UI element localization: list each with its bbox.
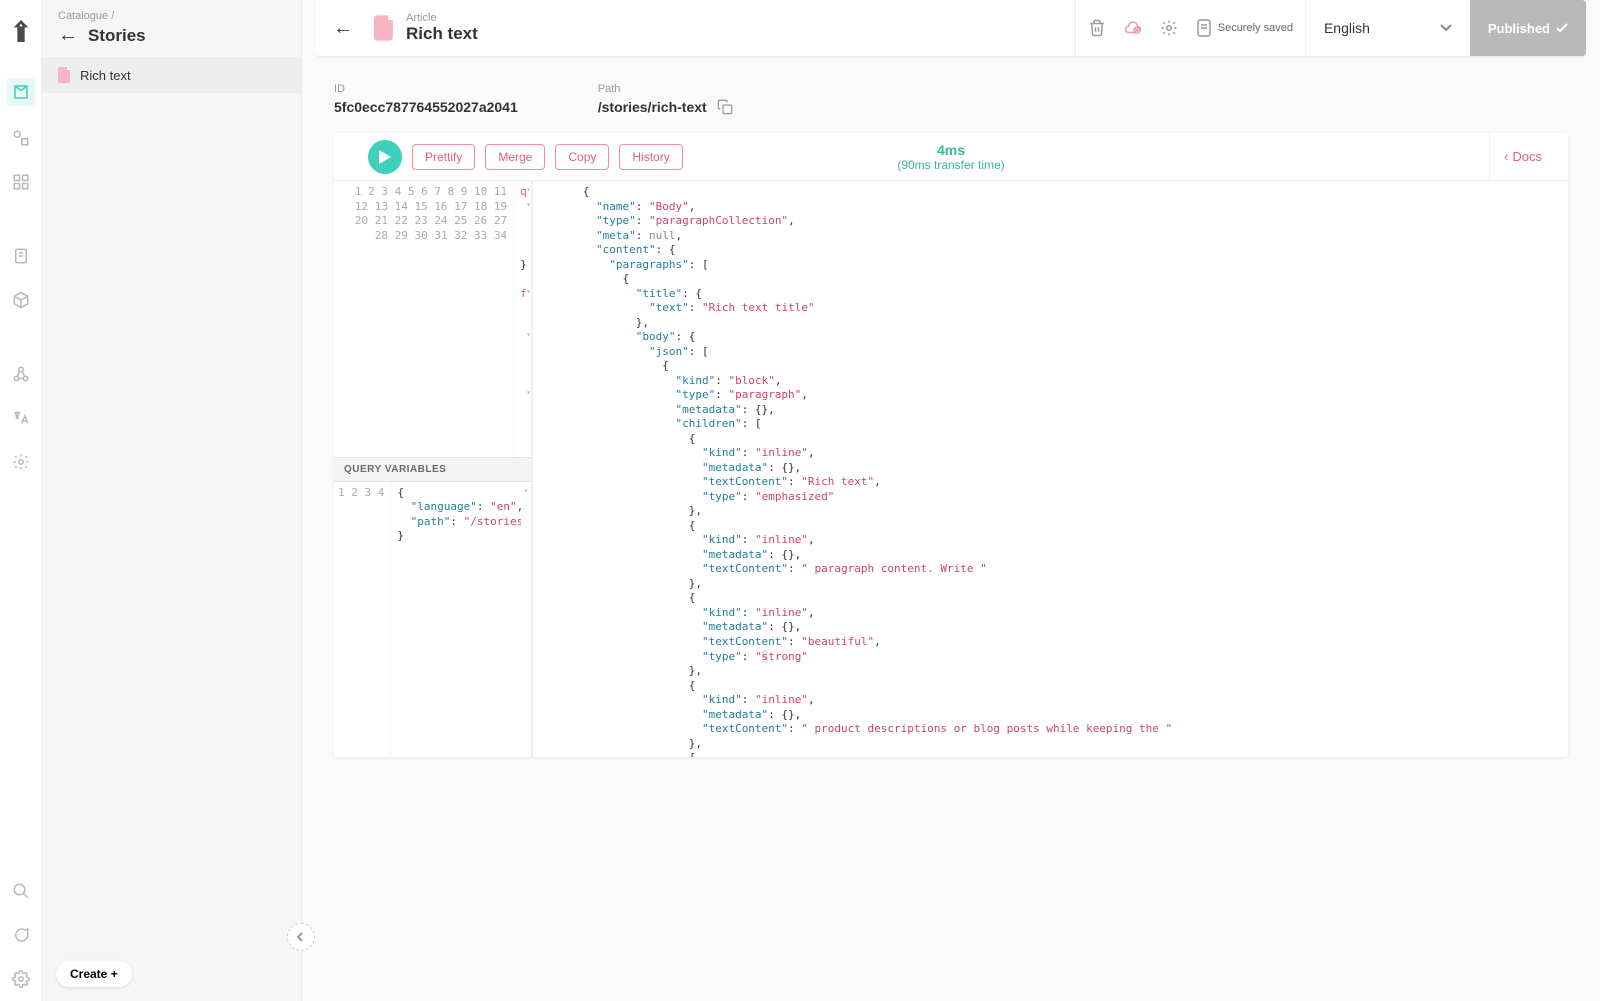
document-icon (58, 67, 72, 83)
page-title: Rich text (406, 24, 478, 44)
settings-icon[interactable] (1160, 19, 1178, 37)
meta-path: Path /stories/rich-text (598, 83, 733, 115)
check-icon (1556, 23, 1568, 33)
nav-gear-icon[interactable] (9, 967, 33, 991)
docs-link[interactable]: Docs (1489, 133, 1556, 180)
unpublish-icon[interactable] (1124, 19, 1142, 37)
copy-button[interactable]: Copy (555, 144, 609, 170)
graphiql-toolbar: Prettify Merge Copy History 4ms (90ms tr… (334, 133, 1568, 181)
back-arrow-icon[interactable]: ← (58, 24, 78, 47)
main-panel: ← Article Rich text Securely saved Engli… (302, 0, 1600, 1001)
app-logo (10, 18, 32, 44)
topbar: ← Article Rich text Securely saved Engli… (316, 0, 1586, 57)
merge-button[interactable]: Merge (485, 144, 545, 170)
nav-translations-icon[interactable] (9, 406, 33, 430)
saved-indicator: Securely saved (1196, 19, 1293, 37)
document-icon (374, 15, 396, 41)
nav-orders-icon[interactable] (9, 244, 33, 268)
copy-icon[interactable] (717, 99, 733, 115)
nav-settings-gear-icon[interactable] (9, 450, 33, 474)
variables-editor[interactable]: 1 2 3 4 { "language": "en", "path": "/st… (334, 482, 531, 758)
topbar-back-icon[interactable]: ← (316, 17, 370, 40)
nav-chat-icon[interactable] (9, 923, 33, 947)
nav-shapes-icon[interactable] (9, 126, 33, 150)
graphiql-panel: Prettify Merge Copy History 4ms (90ms tr… (334, 133, 1568, 757)
query-variables-header[interactable]: QUERY VARIABLES (334, 457, 531, 482)
meta-id: ID 5fc0ecc787764552027a2041 (334, 83, 518, 115)
nav-box-icon[interactable] (9, 288, 33, 312)
sidebar-title: Stories (88, 26, 146, 46)
query-editor[interactable]: 1 2 3 4 5 6 7 8 9 10 11 12 13 14 15 16 1… (334, 181, 531, 457)
sidebar: Catalogue / ← Stories Rich text Create + (42, 0, 302, 1001)
nav-catalogue-icon[interactable] (7, 78, 35, 106)
chevron-down-icon (1440, 24, 1452, 32)
nav-grid-icon[interactable] (9, 170, 33, 194)
create-button[interactable]: Create + (56, 961, 132, 987)
language-select[interactable]: English (1305, 0, 1470, 56)
history-button[interactable]: History (619, 144, 682, 170)
trash-icon[interactable] (1088, 19, 1106, 37)
sidebar-item-label: Rich text (80, 68, 131, 83)
collapse-sidebar-icon[interactable] (287, 923, 315, 951)
timing-indicator: 4ms (90ms transfer time) (897, 142, 1004, 172)
nav-search-icon[interactable] (9, 879, 33, 903)
nav-webhooks-icon[interactable] (9, 362, 33, 386)
breadcrumb[interactable]: Catalogue / (58, 10, 285, 22)
nav-rail (0, 0, 42, 1001)
saved-doc-icon (1196, 19, 1212, 37)
topbar-kicker: Article (406, 12, 478, 24)
sidebar-item-rich-text[interactable]: Rich text (42, 57, 301, 93)
run-query-button[interactable] (368, 140, 402, 174)
publish-button[interactable]: Published (1470, 0, 1586, 56)
prettify-button[interactable]: Prettify (412, 144, 475, 170)
result-viewer[interactable]: { "name": "Body", "type": "paragraphColl… (532, 181, 1568, 757)
